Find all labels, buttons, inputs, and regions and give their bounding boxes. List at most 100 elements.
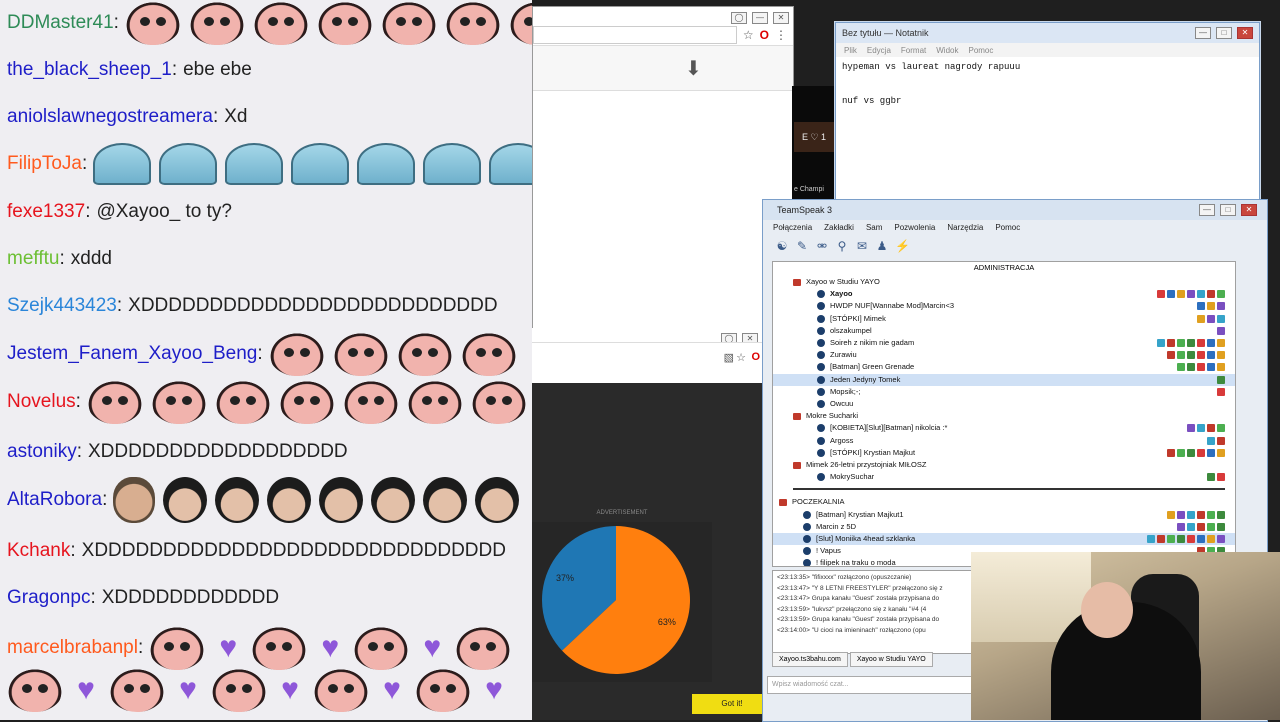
minimize-button[interactable]: —: [1195, 27, 1211, 39]
ts-client[interactable]: Soireh z nikim nie gadam: [773, 337, 1235, 349]
notepad-menu-item[interactable]: Edycja: [867, 46, 891, 55]
minimize-button[interactable]: —: [1199, 204, 1215, 216]
badge-icon: [1187, 448, 1195, 457]
chat-username[interactable]: the_black_sheep_1: [7, 59, 172, 81]
ts-client[interactable]: Argoss: [773, 435, 1235, 447]
chat-username[interactable]: Szejk443423: [7, 295, 117, 317]
cry-emote: [7, 668, 63, 712]
cry-emote: [460, 332, 517, 376]
chat-username[interactable]: astoniky: [7, 441, 77, 463]
ts-tab[interactable]: Xayoo w Studiu YAYO: [849, 651, 933, 667]
chat-username[interactable]: Novelus: [7, 391, 76, 413]
away-icon[interactable]: ✉: [855, 239, 869, 253]
ts-menu-item[interactable]: Połączenia: [773, 223, 812, 232]
pie-slice-label: 37%: [556, 573, 574, 583]
notepad-menu-item[interactable]: Pomoc: [968, 46, 993, 55]
chat-username[interactable]: FilipToJa: [7, 153, 82, 175]
ts-menu-item[interactable]: Zakładki: [824, 223, 854, 232]
maximize-button[interactable]: □: [1216, 27, 1232, 39]
download-icon[interactable]: ⬇: [685, 56, 702, 81]
mute-speakers-icon[interactable]: ⚲: [835, 239, 849, 253]
window-controls: ◯ — ✕: [533, 7, 793, 24]
translate-icon[interactable]: ▧: [724, 351, 734, 364]
ts-client[interactable]: [STÓPKI] Mimek: [773, 313, 1235, 325]
chat-username[interactable]: DDMaster41: [7, 12, 114, 34]
notepad-menu-item[interactable]: Plik: [844, 46, 857, 55]
mute-microphone-icon[interactable]: ⚮: [815, 239, 829, 253]
channel-icon: [793, 278, 801, 286]
chat-username[interactable]: Kchank: [7, 540, 70, 562]
ts-chat-input[interactable]: Wpisz wiadomość czat...: [767, 676, 973, 694]
ts-client[interactable]: HWDP NUF[Wannabe Mod]Marcin<3: [773, 300, 1235, 312]
ts-channel[interactable]: Mokre Sucharki: [773, 410, 1235, 422]
thumb-caption: e Champi: [794, 186, 824, 193]
close-button[interactable]: ✕: [773, 12, 789, 24]
bookmark-star-icon[interactable]: ☆: [743, 28, 754, 42]
ts-row-label: [KOBIETA][Slut][Batman] nikolcia :*: [830, 423, 948, 433]
whisper-icon[interactable]: ⚡: [895, 239, 910, 253]
tree-header: ADMINISTRACJA: [973, 263, 1035, 272]
ts-client[interactable]: [Slut] Moniika 4head szklanka: [773, 533, 1235, 545]
notepad-text[interactable]: hypeman vs laureat nagrody rapuuu nuf vs …: [836, 57, 1259, 112]
ts-client[interactable]: Mopsik;-;: [773, 386, 1235, 398]
disconnect-icon[interactable]: ✎: [795, 239, 809, 253]
contacts-icon[interactable]: ♟: [875, 239, 889, 253]
badge-icon: [1197, 363, 1205, 372]
ts-channel[interactable]: Xayoo w Studiu YAYO: [773, 276, 1235, 288]
chat-username[interactable]: Gragonpc: [7, 587, 90, 609]
address-bar[interactable]: [533, 26, 737, 44]
badge-icon: [1217, 387, 1225, 396]
badge-icon: [1177, 448, 1185, 457]
chat-colon: :: [171, 59, 178, 80]
face-emote: [371, 477, 416, 523]
badge-icon: [1217, 522, 1225, 531]
ts-menu-item[interactable]: Pozwolenia: [894, 223, 935, 232]
got-it-button[interactable]: Got it!: [692, 694, 772, 714]
ts-client[interactable]: MokrySuchar: [773, 471, 1235, 483]
chat-username[interactable]: Jestem_Fanem_Xayoo_Beng: [7, 343, 257, 365]
opera-icon-2[interactable]: O: [751, 351, 760, 363]
minimize-button[interactable]: —: [752, 12, 768, 24]
close-button[interactable]: ✕: [1241, 204, 1257, 216]
ts-menu-item[interactable]: Sam: [866, 223, 882, 232]
ts-client[interactable]: [Batman] Green Grenade: [773, 361, 1235, 373]
ts-client[interactable]: Marcin z 5D: [773, 521, 1235, 533]
ts-client[interactable]: olszakumpel: [773, 325, 1235, 337]
browser-window-bottom[interactable]: ◯ ✕ ▧ ☆ O ADVERTISEMENT 37% 63% Got it!: [532, 328, 772, 720]
notepad-menu-item[interactable]: Format: [901, 46, 926, 55]
close-button[interactable]: ✕: [1237, 27, 1253, 39]
channel-tree[interactable]: ADMINISTRACJA Xayoo w Studiu YAYO Xayoo HW…: [772, 261, 1236, 567]
ts-channel[interactable]: Mimek 26-letni przystojniak MIŁOSZ: [773, 459, 1235, 471]
chat-username[interactable]: fexe1337: [7, 201, 85, 223]
cry-emote: [149, 626, 206, 670]
maximize-button[interactable]: □: [1220, 204, 1236, 216]
ts-client[interactable]: Xayoo: [773, 288, 1235, 300]
badge-icon: [1217, 290, 1225, 299]
ts-channel[interactable]: POCZEKALNIA: [773, 496, 1235, 508]
address-bar-2[interactable]: ▧ ☆ O: [532, 342, 762, 383]
ts-client[interactable]: [KOBIETA][Slut][Batman] nikolcia :*: [773, 422, 1235, 434]
ts-title: TeamSpeak 3: [777, 205, 833, 215]
connect-icon[interactable]: ☯: [775, 239, 789, 253]
chat-username[interactable]: marcelbrabanpl: [7, 637, 138, 659]
client-status-icon: [803, 510, 811, 519]
purple-heart-emote: ♥: [321, 631, 340, 664]
notepad-window[interactable]: Bez tytułu — Notatnik — □ ✕ Plik Edycja Form…: [835, 22, 1260, 202]
chat-username[interactable]: aniolslawnegostreamera: [7, 106, 213, 128]
notepad-menu-item[interactable]: Widok: [936, 46, 958, 55]
chat-username[interactable]: AltaRobora: [7, 489, 102, 511]
chat-username[interactable]: mefftu: [7, 248, 59, 270]
bookmark-star-icon-2[interactable]: ☆: [736, 351, 746, 364]
ts-tab[interactable]: Xayoo.ts3bahu.com: [772, 651, 848, 667]
ts-client[interactable]: Owcuu: [773, 398, 1235, 410]
browser-window-top[interactable]: ◯ — ✕ ☆ O ⋮ ⬇: [532, 6, 794, 330]
badge-icon: [1197, 302, 1205, 311]
opera-icon[interactable]: O: [760, 28, 769, 42]
ts-client[interactable]: Zurawiu: [773, 349, 1235, 361]
ts-menu-item[interactable]: Narzędzia: [947, 223, 983, 232]
menu-dots-icon[interactable]: ⋮: [775, 28, 787, 42]
ts-client[interactable]: [STÓPKI] Krystian Majkut: [773, 447, 1235, 459]
ts-client[interactable]: [Batman] Krystian Majkut1: [773, 509, 1235, 521]
ts-client[interactable]: Jeden Jedyny Tomek: [773, 373, 1235, 386]
ts-menu-item[interactable]: Pomoc: [995, 223, 1020, 232]
